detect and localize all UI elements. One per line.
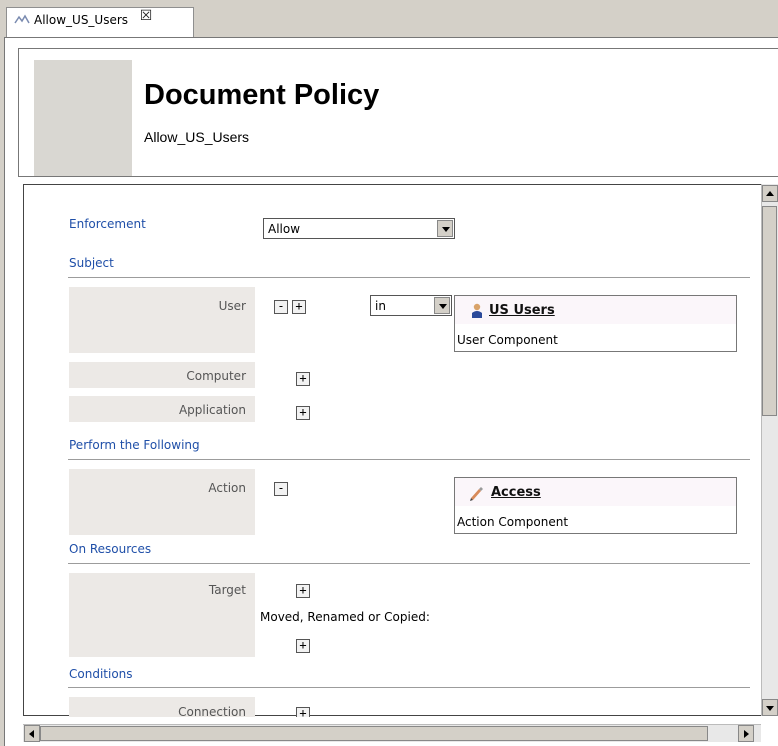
enforcement-value: Allow	[268, 222, 301, 236]
subject-divider	[68, 277, 750, 278]
moved-add-button[interactable]: +	[296, 639, 310, 653]
access-component-type: Action Component	[457, 515, 569, 529]
action-row-label-bg	[69, 469, 255, 535]
user-icon	[472, 303, 482, 318]
computer-label: Computer	[186, 369, 246, 383]
arrow-right-icon	[744, 730, 749, 738]
connection-label: Connection	[178, 705, 246, 719]
action-remove-button[interactable]: -	[274, 482, 288, 496]
scroll-down-button[interactable]	[762, 699, 778, 716]
user-label: User	[218, 299, 246, 313]
conditions-section-label: Conditions	[69, 667, 133, 681]
policy-name: Allow_US_Users	[144, 129, 250, 145]
access-component-link[interactable]: Access	[491, 485, 541, 500]
moved-renamed-copied-label: Moved, Renamed or Copied:	[260, 610, 430, 624]
user-row-label-bg	[69, 287, 255, 353]
application-label: Application	[178, 403, 246, 417]
perform-section-label: Perform the Following	[69, 438, 200, 452]
scroll-left-button[interactable]	[24, 725, 40, 742]
policy-header	[18, 48, 778, 177]
enforcement-label: Enforcement	[69, 217, 146, 231]
target-label: Target	[208, 583, 246, 597]
resources-section-label: On Resources	[69, 542, 152, 556]
chevron-down-icon[interactable]	[434, 297, 450, 314]
arrow-down-icon	[766, 706, 774, 711]
user-add-button[interactable]: +	[292, 300, 306, 314]
conditions-divider	[68, 687, 750, 688]
chevron-down-icon[interactable]	[437, 220, 453, 237]
close-icon[interactable]: ☒	[139, 9, 153, 23]
arrow-up-icon	[766, 191, 774, 196]
resources-divider	[68, 563, 750, 564]
arrow-left-icon	[29, 730, 34, 738]
perform-divider	[68, 459, 750, 460]
computer-add-button[interactable]: +	[296, 372, 310, 386]
scroll-up-button[interactable]	[762, 185, 778, 202]
horizontal-scroll-thumb[interactable]	[40, 726, 708, 741]
policy-document-icon	[14, 14, 30, 24]
user-operator-select[interactable]: in	[370, 295, 452, 316]
enforcement-select[interactable]: Allow	[263, 218, 455, 239]
target-add-button[interactable]: +	[296, 584, 310, 598]
tab-label: Allow_US_Users	[34, 13, 129, 27]
subject-section-label: Subject	[69, 256, 114, 270]
pen-icon	[470, 487, 483, 501]
scroll-right-button[interactable]	[738, 725, 754, 742]
us-users-component-type: User Component	[457, 333, 558, 347]
user-operator-value: in	[375, 299, 386, 313]
us-users-component-link[interactable]: US Users	[489, 303, 555, 318]
application-add-button[interactable]: +	[296, 406, 310, 420]
vertical-scroll-thumb[interactable]	[762, 206, 777, 416]
user-remove-button[interactable]: -	[274, 300, 288, 314]
page-title: Document Policy	[144, 79, 380, 111]
action-label: Action	[208, 481, 246, 495]
connection-add-button[interactable]: +	[296, 707, 310, 719]
header-image-placeholder	[34, 60, 132, 176]
